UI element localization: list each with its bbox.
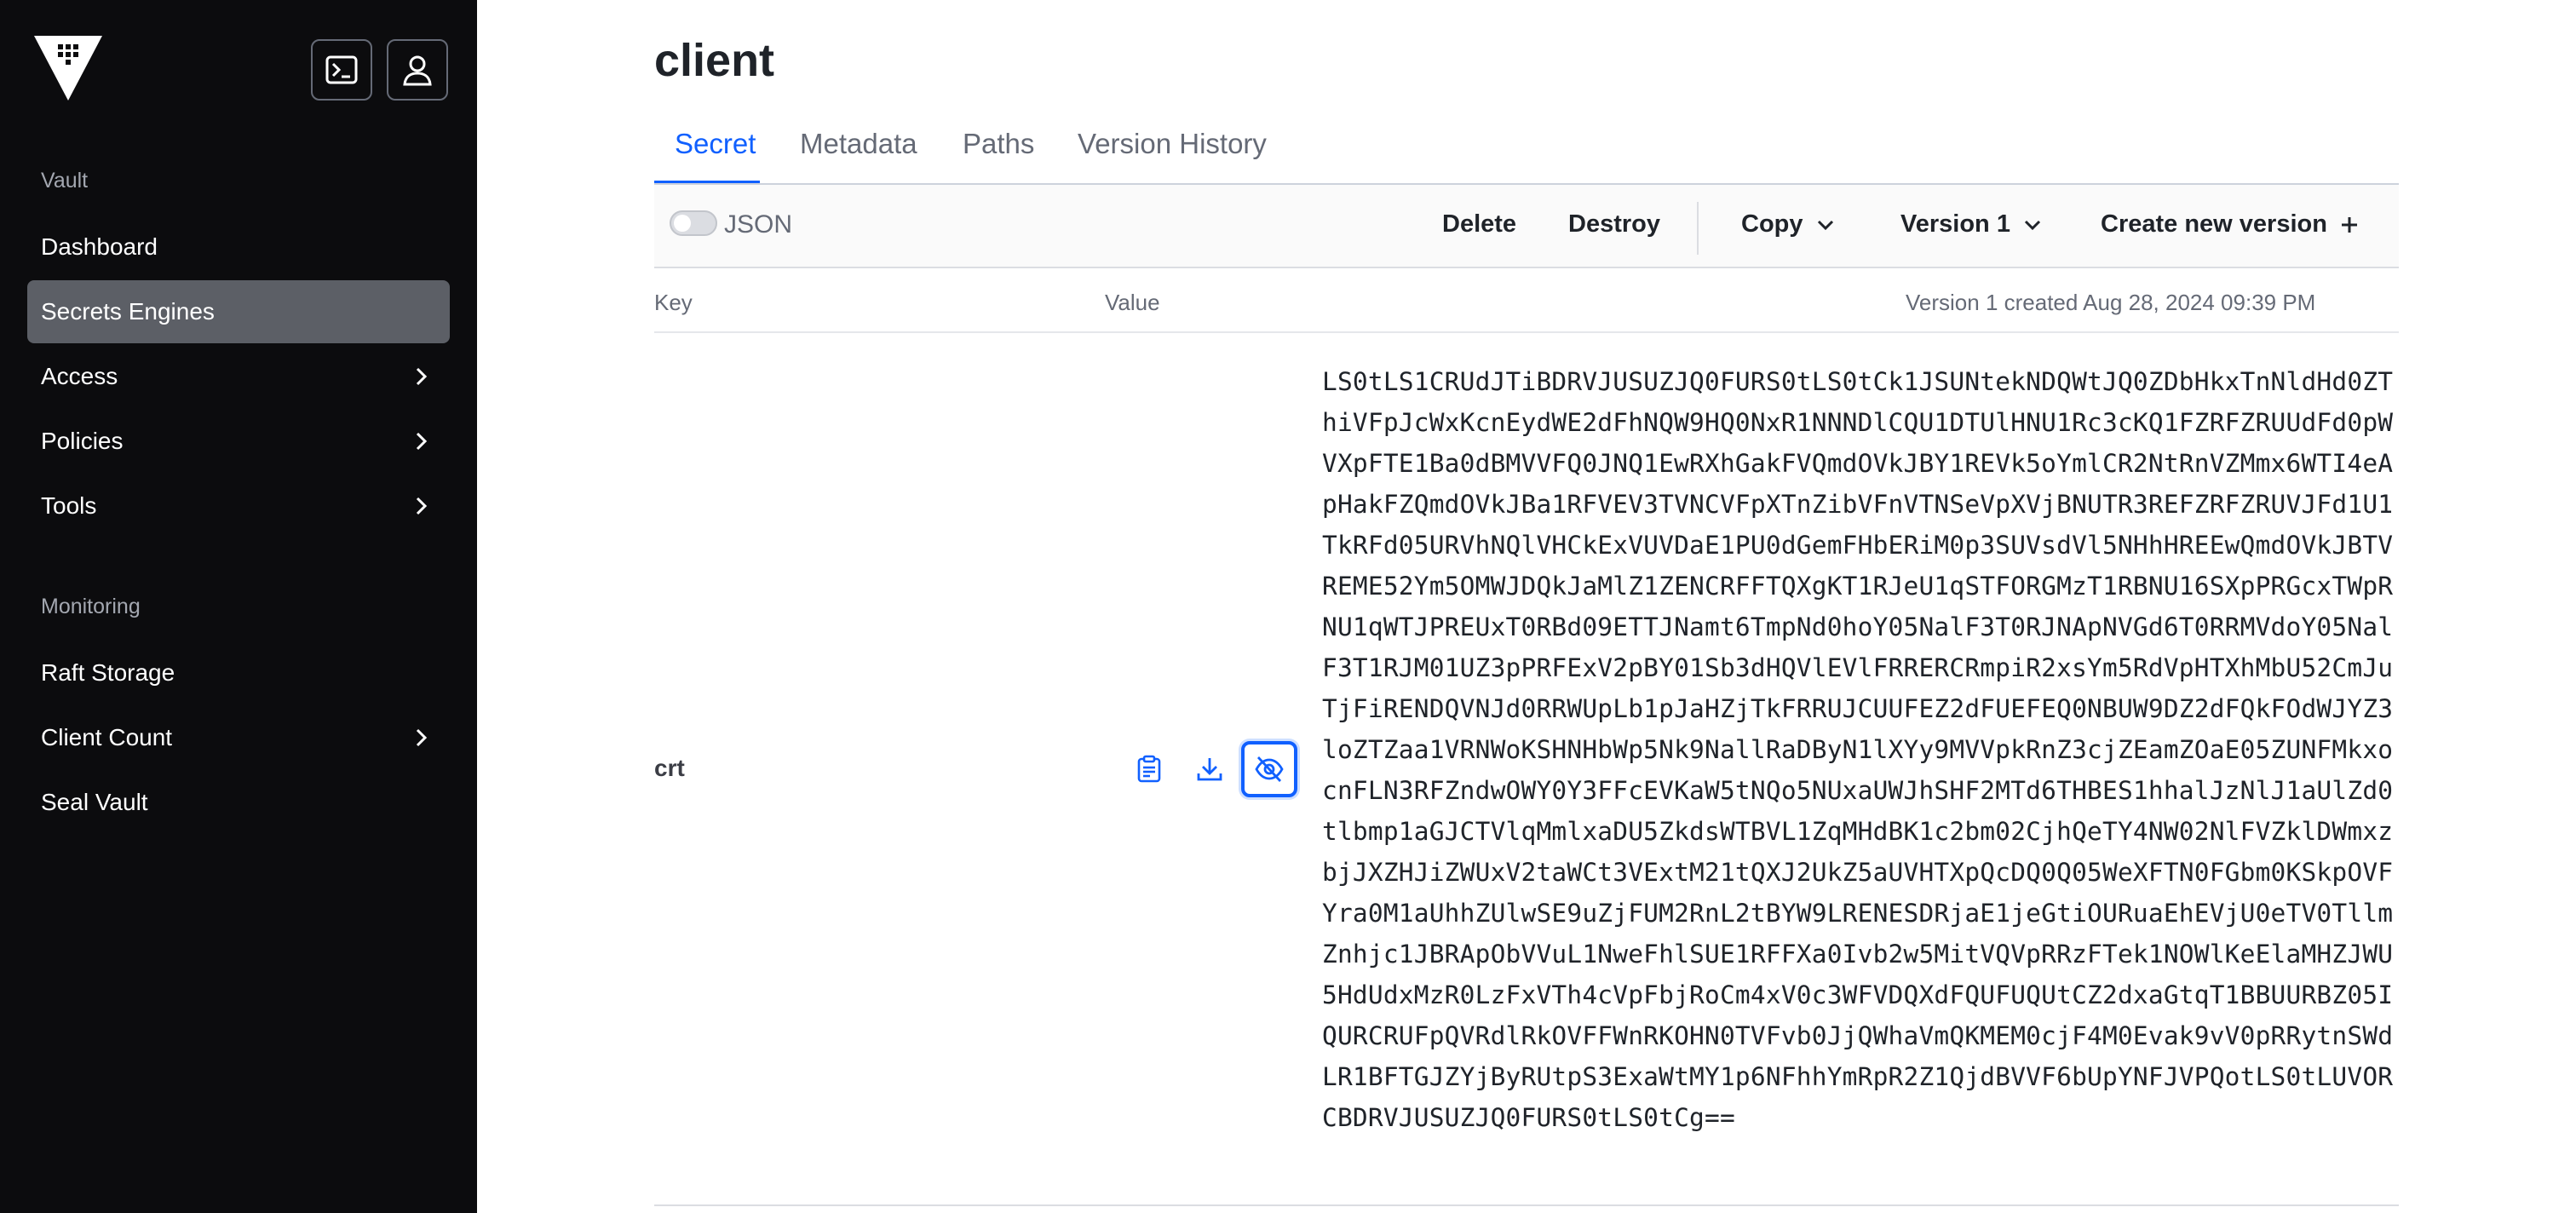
sidebar-item-policies[interactable]: Policies: [27, 410, 450, 473]
sidebar-item-label: Client Count: [41, 724, 173, 750]
chevron-down-icon: [1817, 220, 1833, 230]
destroy-label: Destroy: [1568, 210, 1660, 238]
tab-label: Metadata: [800, 128, 917, 159]
tab-metadata[interactable]: Metadata: [800, 119, 917, 184]
copy-value-button[interactable]: [1121, 741, 1177, 797]
copy-label: Copy: [1741, 210, 1803, 238]
key-column-header: Key: [654, 290, 693, 315]
clipboard-icon: [1137, 755, 1161, 783]
sidebar-item-dashboard[interactable]: Dashboard: [27, 216, 450, 279]
value-column-header: Value: [1105, 290, 1160, 315]
tab-bar: Secret Metadata Paths Version History: [654, 119, 2399, 184]
sidebar-item-label: Secrets Engines: [41, 298, 215, 325]
sidebar-item-access[interactable]: Access: [27, 345, 450, 408]
page-title: client: [654, 35, 775, 86]
json-toggle[interactable]: [670, 210, 717, 236]
version-label: Version 1: [1900, 210, 2010, 238]
chevron-right-icon: [416, 728, 428, 747]
create-new-version-button[interactable]: Create new version: [2101, 210, 2360, 239]
vault-logo-icon[interactable]: [32, 34, 104, 102]
sidebar-item-label: Seal Vault: [41, 789, 148, 815]
delete-label: Delete: [1442, 210, 1517, 238]
tab-secret[interactable]: Secret: [654, 119, 760, 184]
tab-paths[interactable]: Paths: [963, 119, 1034, 184]
tab-label: Secret: [675, 128, 756, 159]
destroy-button[interactable]: Destroy: [1568, 210, 1660, 239]
chevron-right-icon: [416, 367, 428, 386]
version-dropdown-button[interactable]: Version 1: [1900, 210, 2043, 239]
secret-key: crt: [654, 755, 685, 781]
tab-label: Paths: [963, 128, 1035, 159]
terminal-icon: [325, 55, 358, 84]
sidebar: Vault Dashboard Secrets Engines Access P…: [0, 0, 477, 1213]
tab-label: Version History: [1078, 128, 1267, 159]
nav-heading-vault: Vault: [41, 169, 89, 193]
sidebar-item-label: Raft Storage: [41, 659, 175, 686]
row-divider: [654, 1204, 2399, 1206]
nav-heading-monitoring: Monitoring: [41, 595, 141, 618]
sidebar-item-seal-vault[interactable]: Seal Vault: [27, 771, 450, 834]
chevron-right-icon: [416, 432, 428, 451]
toolbar-divider: [1697, 202, 1699, 255]
header-divider: [654, 331, 2399, 333]
sidebar-item-label: Tools: [41, 492, 97, 519]
toggle-visibility-button[interactable]: [1241, 741, 1297, 797]
delete-button[interactable]: Delete: [1442, 210, 1516, 239]
json-toggle-label: JSON: [724, 210, 793, 239]
copy-dropdown-button[interactable]: Copy: [1741, 210, 1836, 239]
download-icon: [1197, 758, 1222, 781]
secret-value: LS0tLS1CRUdJTiBDRVJUSUZJQ0FURS0tLS0tCk1J…: [1322, 367, 2394, 1132]
create-new-version-label: Create new version: [2101, 210, 2327, 238]
chevron-right-icon: [416, 497, 428, 515]
sidebar-item-label: Policies: [41, 428, 124, 454]
user-menu-button[interactable]: [387, 39, 448, 101]
sidebar-item-raft-storage[interactable]: Raft Storage: [27, 641, 450, 704]
download-button[interactable]: [1182, 741, 1238, 797]
console-button[interactable]: [311, 39, 372, 101]
sidebar-item-label: Dashboard: [41, 233, 158, 260]
sidebar-item-secrets-engines[interactable]: Secrets Engines: [27, 280, 450, 343]
user-icon: [403, 55, 432, 86]
plus-icon: [2341, 216, 2357, 233]
version-created-info: Version 1 created Aug 28, 2024 09:39 PM: [1906, 290, 2316, 315]
sidebar-item-client-count[interactable]: Client Count: [27, 706, 450, 769]
eye-off-icon: [1255, 756, 1284, 782]
sidebar-item-tools[interactable]: Tools: [27, 474, 450, 538]
toolbar: JSON Delete Destroy Copy Version 1 Creat…: [654, 185, 2399, 268]
tab-version-history[interactable]: Version History: [1078, 119, 1267, 184]
sidebar-item-label: Access: [41, 363, 118, 389]
chevron-down-icon: [2024, 220, 2041, 230]
